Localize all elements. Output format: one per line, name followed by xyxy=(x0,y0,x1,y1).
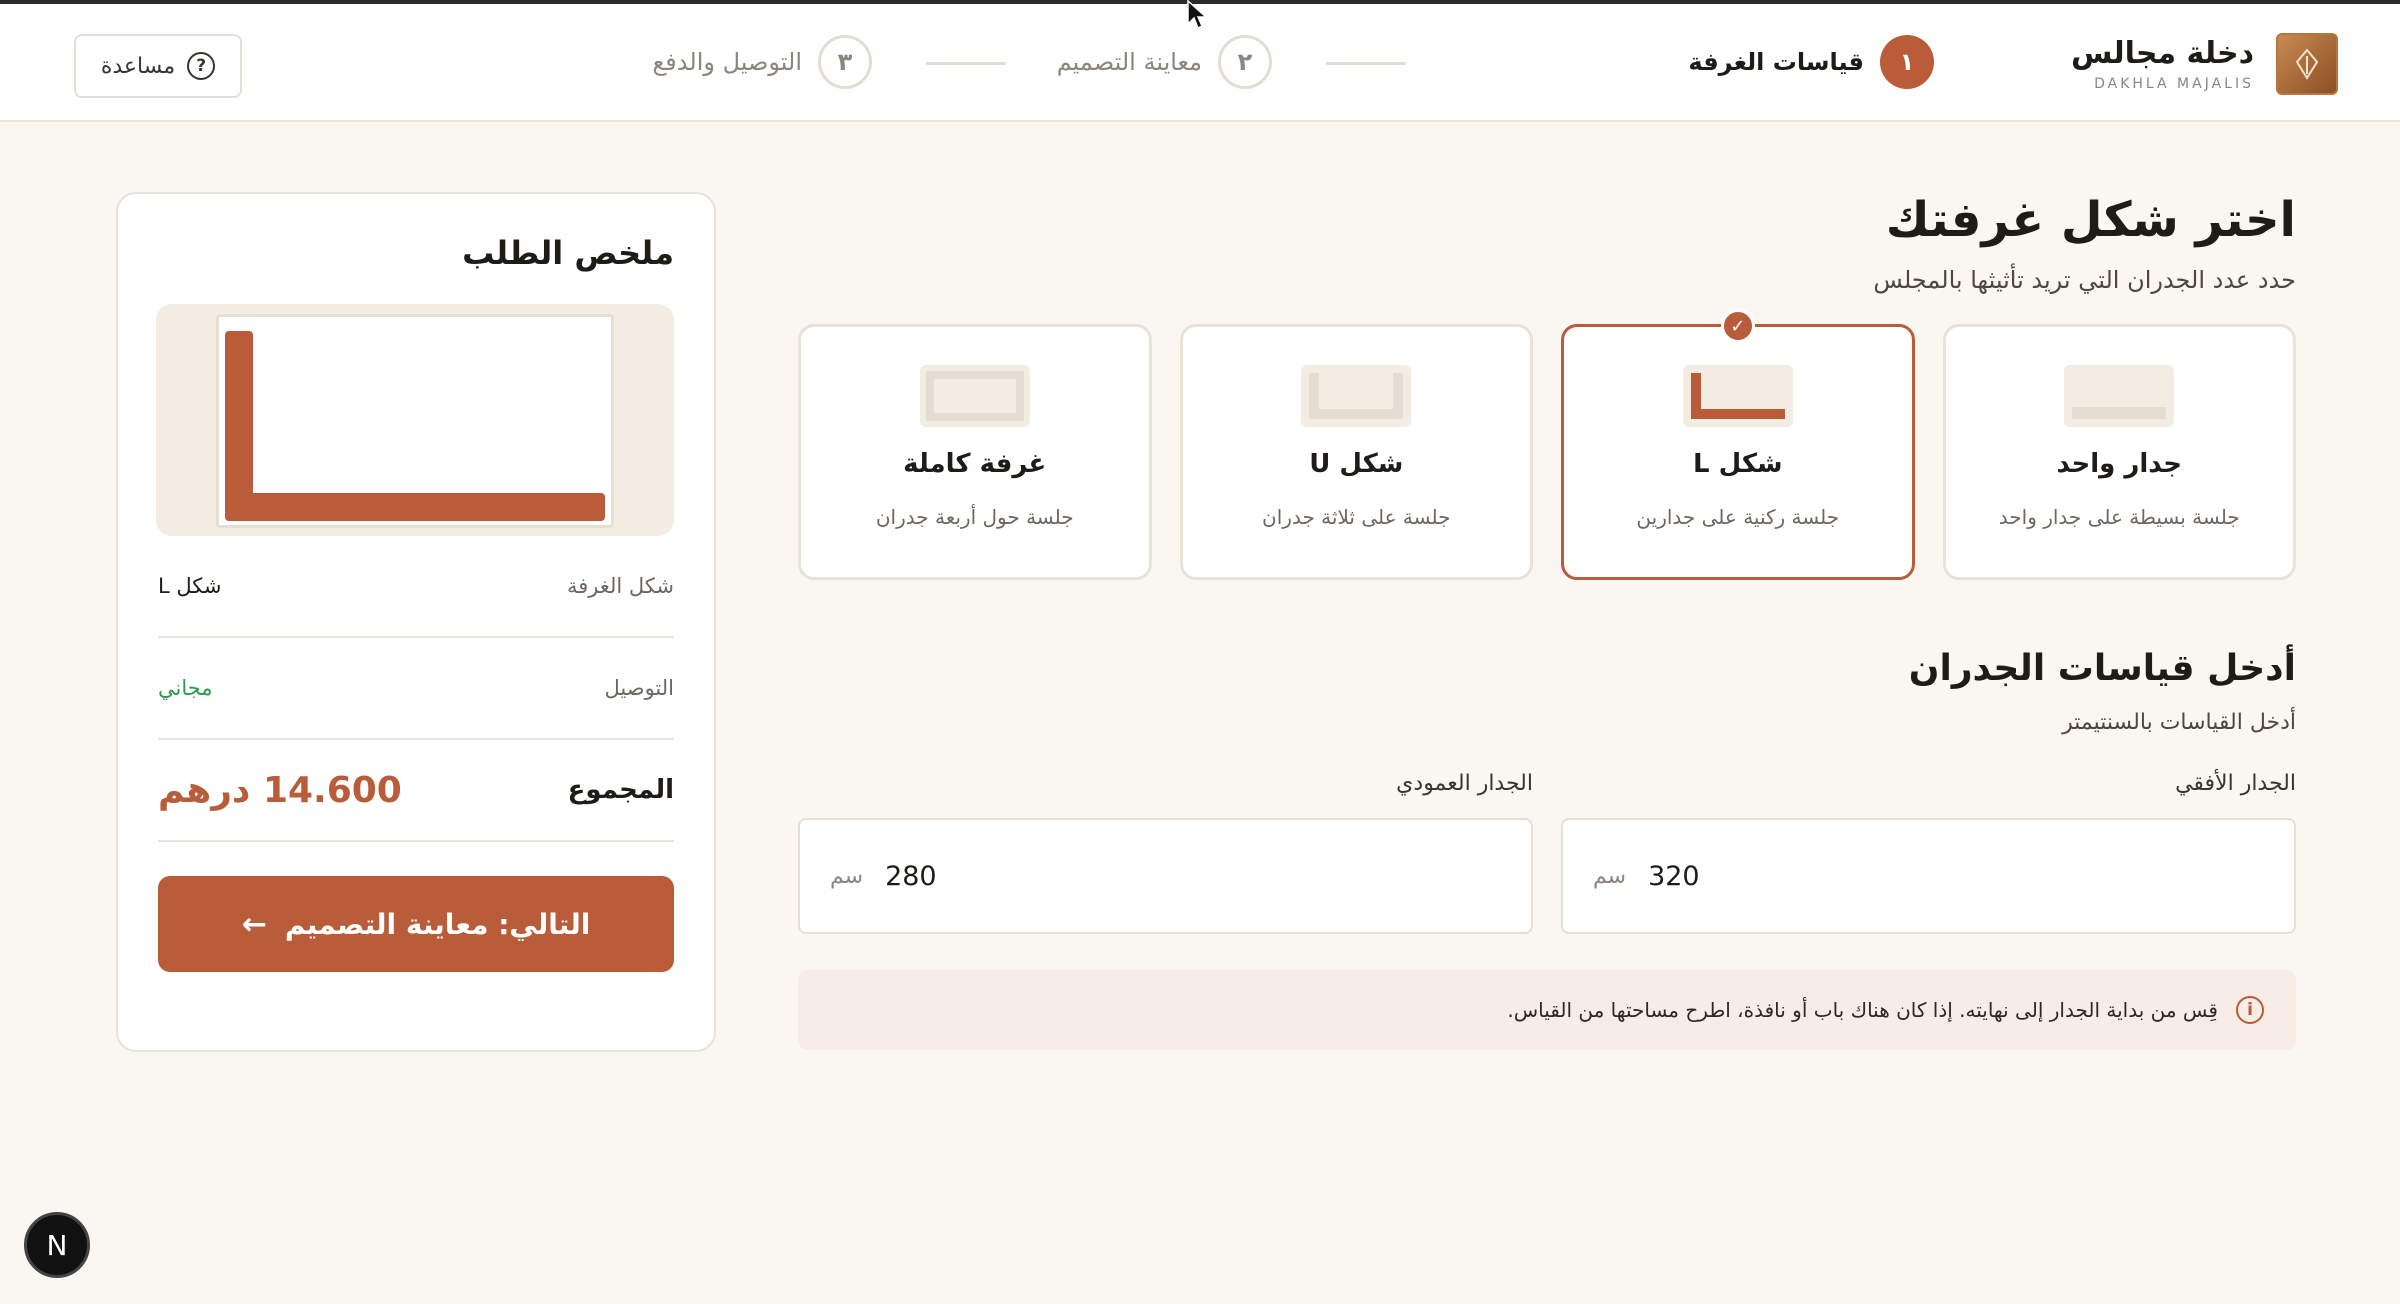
shape-desc: جلسة ركنية على جدارين xyxy=(1636,505,1840,529)
step-design-preview[interactable]: ٢ معاينة التصميم xyxy=(1057,34,1272,90)
measurement-tip: i قِس من بداية الجدار إلى نهايته. إذا كا… xyxy=(798,970,2296,1050)
row-label: التوصيل xyxy=(604,676,675,700)
summary-row-shape: شكل الغرفة شكل L xyxy=(158,536,674,638)
total-value: 14.600 درهم xyxy=(158,769,402,811)
input-value: 320 xyxy=(1648,860,1700,892)
step-divider xyxy=(1326,62,1406,65)
page-title: اختر شكل غرفتك xyxy=(1885,192,2296,248)
preview-canvas xyxy=(216,314,614,528)
u-shape-icon xyxy=(1301,365,1412,427)
summary-title: ملخص الطلب xyxy=(462,234,674,272)
preview-horizontal-wall xyxy=(225,493,605,521)
info-icon: i xyxy=(2236,996,2264,1024)
shape-card-one-wall[interactable]: جدار واحد جلسة بسيطة على جدار واحد xyxy=(1942,324,2296,580)
step-number: ٣ xyxy=(818,35,872,89)
step-label: معاينة التصميم xyxy=(1056,48,1202,76)
shape-card-full-room[interactable]: غرفة كاملة جلسة حول أربعة جدران xyxy=(798,324,1152,580)
horizontal-wall-input[interactable]: سم 320 xyxy=(1561,818,2296,934)
shape-desc: جلسة بسيطة على جدار واحد xyxy=(1998,505,2240,529)
step-room-measurements[interactable]: ١ قياسات الغرفة xyxy=(1688,34,1934,90)
check-icon: ✓ xyxy=(1720,309,1755,343)
vertical-wall-field: الجدار العمودي سم 280 xyxy=(798,771,1533,934)
room-shape-section: اختر شكل غرفتك حدد عدد الجدران التي تريد… xyxy=(798,190,2296,1050)
help-label: مساعدة xyxy=(100,53,176,79)
next-button[interactable]: التالي: معاينة التصميم ← xyxy=(158,876,674,972)
total-label: المجموع xyxy=(567,775,674,805)
row-value: مجاني xyxy=(158,676,213,700)
vertical-wall-input[interactable]: سم 280 xyxy=(798,818,1533,934)
step-label: التوصيل والدفع xyxy=(652,48,802,76)
field-label: الجدار الأفقي xyxy=(2175,771,2296,796)
shape-options: جدار واحد جلسة بسيطة على جدار واحد ✓ شكل… xyxy=(798,309,2296,580)
measurements-title: أدخل قياسات الجدران xyxy=(1908,648,2296,689)
row-value: شكل L xyxy=(158,574,222,598)
measurement-fields: الجدار الأفقي سم 320 الجدار العمودي سم 2… xyxy=(798,771,2296,934)
summary-row-delivery: التوصيل مجاني xyxy=(158,638,674,740)
help-button[interactable]: ? مساعدة xyxy=(74,34,242,98)
page-subtitle: حدد عدد الجدران التي تريد تأثيثها بالمجل… xyxy=(1873,266,2296,294)
mouse-cursor-icon xyxy=(1187,0,1208,30)
field-label: الجدار العمودي xyxy=(1396,771,1533,796)
shape-title: جدار واحد xyxy=(2056,449,2183,479)
one-wall-shape-icon xyxy=(2064,365,2175,427)
input-value: 280 xyxy=(885,860,937,892)
shape-desc: جلسة حول أربعة جدران xyxy=(875,505,1074,529)
arrow-left-icon: ← xyxy=(241,906,267,942)
dev-tools-badge[interactable]: N xyxy=(24,1212,90,1278)
shape-card-l-shape[interactable]: ✓ شكل L جلسة ركنية على جدارين xyxy=(1561,309,1915,580)
unit-label: سم xyxy=(830,863,864,889)
step-divider xyxy=(926,62,1006,65)
full-room-shape-icon xyxy=(919,365,1030,427)
shape-title: غرفة كاملة xyxy=(903,449,1047,479)
step-number: ١ xyxy=(1880,35,1934,89)
measurements-subtitle: أدخل القياسات بالسنتيمتر xyxy=(2062,710,2296,735)
step-number: ٢ xyxy=(1218,35,1272,89)
question-circle-icon: ? xyxy=(187,52,216,80)
tip-text: قِس من بداية الجدار إلى نهايته. إذا كان … xyxy=(1507,998,2218,1022)
shape-card-u-shape[interactable]: شكل U جلسة على ثلاثة جدران xyxy=(1179,324,1533,580)
step-label: قياسات الغرفة xyxy=(1688,48,1864,76)
next-label: التالي: معاينة التصميم xyxy=(284,907,591,941)
stepper: ١ قياسات الغرفة ٢ معاينة التصميم ٣ التوص… xyxy=(0,34,2400,94)
horizontal-wall-field: الجدار الأفقي سم 320 xyxy=(1561,771,2296,934)
unit-label: سم xyxy=(1593,863,1627,889)
l-shape-icon xyxy=(1682,365,1793,427)
shape-title: شكل L xyxy=(1692,449,1783,479)
room-preview xyxy=(156,304,674,536)
order-summary: ملخص الطلب شكل الغرفة شكل L التوصيل مجان… xyxy=(116,192,716,1052)
step-delivery-payment[interactable]: ٣ التوصيل والدفع xyxy=(653,34,872,90)
summary-row-total: المجموع 14.600 درهم xyxy=(158,740,674,842)
shape-desc: جلسة على ثلاثة جدران xyxy=(1262,505,1451,529)
row-label: شكل الغرفة xyxy=(566,574,674,598)
shape-title: شكل U xyxy=(1309,449,1404,479)
